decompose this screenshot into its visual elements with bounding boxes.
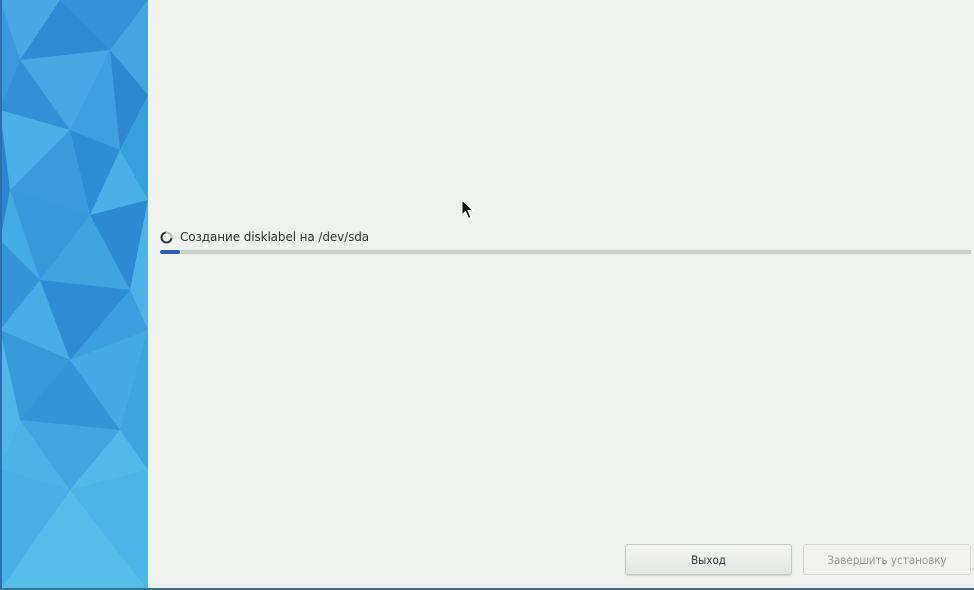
window-left-edge (0, 0, 2, 590)
mouse-pointer-icon (461, 199, 475, 220)
quit-button[interactable]: Выход (625, 544, 792, 575)
status-row: Создание disklabel на /dev/sda (160, 228, 972, 246)
spinner-icon (160, 231, 173, 243)
status-text: Создание disklabel на /dev/sda (180, 230, 370, 244)
sidebar-decoration (0, 0, 148, 590)
finish-installation-button[interactable]: Завершить установку (803, 544, 971, 575)
installation-progress: Создание disklabel на /dev/sda (160, 228, 972, 254)
installer-window: Создание disklabel на /dev/sda Выход Зав… (0, 0, 974, 590)
progress-bar (160, 250, 971, 254)
progress-bar-fill (160, 250, 181, 254)
low-poly-background (0, 0, 148, 590)
